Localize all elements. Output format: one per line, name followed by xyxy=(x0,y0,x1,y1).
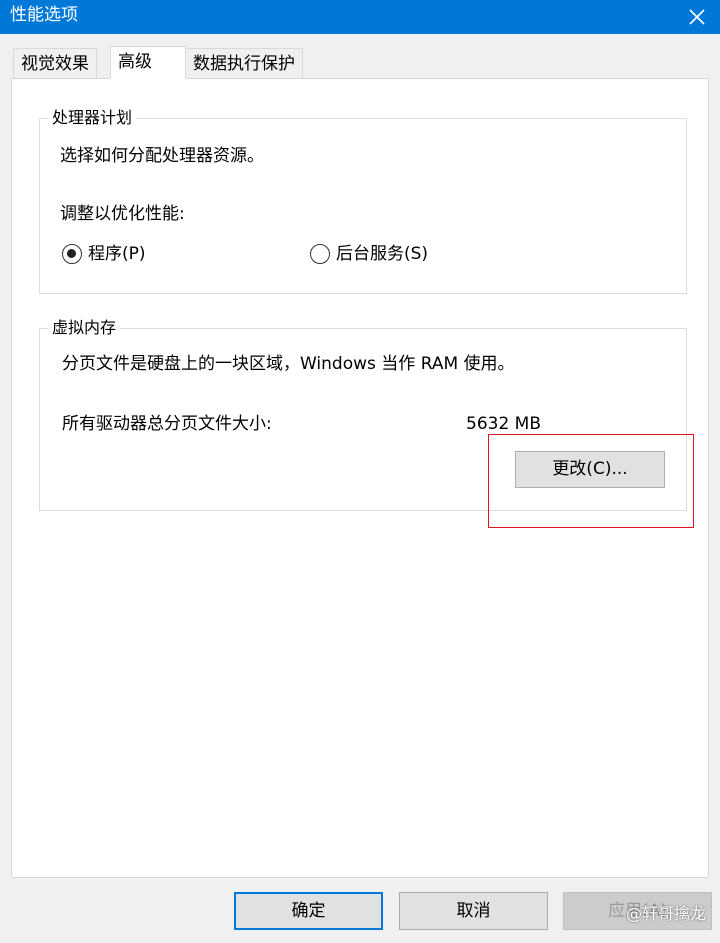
ok-button[interactable]: 确定 xyxy=(234,892,383,930)
processor-scheduling-legend: 处理器计划 xyxy=(48,107,137,129)
processor-description: 选择如何分配处理器资源。 xyxy=(60,146,264,166)
watermark-text: @轩哥擒龙 xyxy=(625,904,706,923)
close-button[interactable] xyxy=(674,0,720,34)
title-bar: 性能选项 xyxy=(0,0,720,34)
highlight-box xyxy=(488,434,694,528)
window-title: 性能选项 xyxy=(10,5,78,25)
virtual-memory-legend: 虚拟内存 xyxy=(48,317,121,339)
cancel-button[interactable]: 取消 xyxy=(399,892,548,930)
processor-scheduling-group: 处理器计划 选择如何分配处理器资源。 调整以优化性能: 程序(P) 后台服务(S… xyxy=(39,107,687,294)
programs-radio-label[interactable]: 程序(P) xyxy=(88,243,146,265)
virtual-memory-description: 分页文件是硬盘上的一块区域，Windows 当作 RAM 使用。 xyxy=(62,354,515,374)
close-icon xyxy=(689,9,705,25)
tab-advanced[interactable]: 高级 xyxy=(110,46,186,79)
tab-dep[interactable]: 数据执行保护 xyxy=(185,48,303,78)
tab-visual-effects[interactable]: 视觉效果 xyxy=(13,48,97,78)
paging-file-total-label: 所有驱动器总分页文件大小: xyxy=(62,414,272,434)
background-services-radio-label[interactable]: 后台服务(S) xyxy=(336,243,428,265)
paging-file-total-value: 5632 MB xyxy=(466,414,541,434)
programs-radio[interactable] xyxy=(62,244,82,264)
background-services-radio[interactable] xyxy=(310,244,330,264)
adjust-performance-label: 调整以优化性能: xyxy=(60,204,185,224)
